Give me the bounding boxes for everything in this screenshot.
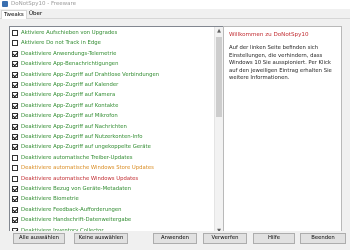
help-button[interactable]: Hilfe (253, 233, 295, 244)
apply-button[interactable]: Anwenden (153, 233, 197, 244)
tweak-checkbox[interactable] (12, 113, 18, 120)
tweak-checkbox[interactable] (12, 61, 18, 68)
tweak-item[interactable]: Deaktiviere automatische Windows Store U… (12, 164, 214, 172)
tweak-checkbox[interactable] (12, 71, 18, 78)
tweak-checkbox[interactable] (12, 175, 18, 182)
tweak-item[interactable]: Deaktiviere Biometrie (12, 195, 214, 203)
tweak-item[interactable]: Aktiviere Aufschieben von Upgrades (12, 29, 214, 37)
tweak-list[interactable]: Aktiviere Aufschieben von Upgrades Aktivi… (9, 26, 224, 236)
tweak-label: Deaktiviere Bezug von Geräte-Metadaten (21, 186, 132, 192)
tweak-checkbox[interactable] (12, 92, 18, 99)
tab-strip: Tweaks Über (0, 9, 350, 19)
button-bar: Alle auswählen Keine auswählen Anwenden … (0, 231, 350, 250)
tweaks-panel: Aktiviere Aufschieben von Upgrades Aktivi… (0, 19, 350, 236)
tweak-checkbox[interactable] (12, 165, 18, 172)
tweak-label: Deaktiviere Biometrie (21, 196, 79, 203)
tweak-checkbox[interactable] (12, 144, 18, 151)
select-all-button[interactable]: Alle auswählen (13, 233, 65, 244)
tweak-checkbox[interactable] (12, 134, 18, 140)
tweak-checkbox[interactable] (12, 186, 18, 192)
app-icon (2, 1, 8, 7)
tweak-item[interactable]: Deaktiviere App-Zugriff auf Kalender (12, 81, 214, 89)
info-title: Willkommen zu DoNotSpy10 (229, 32, 309, 38)
tweak-item[interactable]: Deaktiviere automatische Treiber-Updates (12, 154, 214, 162)
info-panel: Willkommen zu DoNotSpy10 Auf der linken … (223, 26, 342, 236)
select-none-button[interactable]: Keine auswählen (74, 233, 128, 244)
tweak-label: Deaktiviere Feedback-Aufforderungen (21, 206, 122, 213)
tweak-label: Deaktiviere App-Zugriff auf ungekoppelte… (21, 144, 151, 151)
tweak-item[interactable]: Deaktiviere Bezug von Geräte-Metadaten (12, 185, 214, 193)
tweak-item[interactable]: Deaktiviere App-Zugriff auf Nachrichten (12, 123, 214, 131)
tweak-item[interactable]: Deaktiviere App-Zugriff auf ungekoppelte… (12, 143, 214, 151)
tweak-label: Deaktiviere Handschrift-Datenweitergabe (21, 217, 132, 224)
tweak-label: Deaktiviere automatische Treiber-Updates (21, 154, 133, 161)
tweak-checkbox[interactable] (12, 50, 18, 57)
tweak-checkbox[interactable] (12, 206, 18, 213)
tweak-checkbox[interactable] (12, 82, 18, 88)
tweak-item[interactable]: Deaktiviere automatische Windows Updates (12, 175, 214, 183)
tweak-label: Aktiviere Do not Track in Edge (21, 40, 101, 47)
tweak-label: Deaktiviere automatische Windows Store U… (21, 165, 154, 172)
tweak-label: Deaktiviere App-Zugriff auf Nachrichten (21, 123, 127, 130)
tweak-label: Deaktiviere App-Zugriff auf Drahtlose Ve… (21, 71, 160, 78)
info-text: Auf der linken Seite befinden sich Einst… (229, 45, 332, 82)
tweak-label: Deaktiviere Anwendungs-Telemetrie (21, 50, 117, 57)
tweak-item[interactable]: Deaktiviere App-Zugriff auf Kontakte (12, 102, 214, 110)
title-bar: DoNotSpy10 - Freeware (0, 0, 350, 9)
tweak-item[interactable]: Deaktiviere Anwendungs-Telemetrie (12, 50, 214, 58)
tweak-item[interactable]: Deaktiviere App-Zugriff auf Mikrofon (12, 112, 214, 120)
tweak-label: Deaktiviere automatische Windows Updates (21, 175, 139, 182)
tweak-item[interactable]: Deaktiviere App-Zugriff auf Nutzerkonten… (12, 133, 214, 141)
tweak-item[interactable]: Aktiviere Do not Track in Edge (12, 39, 214, 47)
tab-tweaks[interactable]: Tweaks (1, 10, 27, 19)
tweak-checkbox[interactable] (12, 40, 18, 47)
tweak-label: Deaktiviere App-Zugriff auf Kontakte (21, 102, 119, 109)
tweak-label: Deaktiviere App-Benachrichtigungen (21, 61, 119, 68)
tweak-item[interactable]: Deaktiviere Handschrift-Datenweitergabe (12, 216, 214, 224)
tweak-item[interactable]: Deaktiviere Feedback-Aufforderungen (12, 206, 214, 214)
tweak-checkbox[interactable] (12, 102, 18, 109)
window-title: DoNotSpy10 - Freeware (11, 1, 77, 7)
tweak-checkbox[interactable] (12, 123, 18, 130)
tweak-label: Deaktiviere App-Zugriff auf Kalender (21, 82, 119, 88)
tweak-label: Aktiviere Aufschieben von Upgrades (21, 30, 118, 36)
tweak-label: Deaktiviere App-Zugriff auf Kamera (21, 92, 116, 99)
tweak-item[interactable]: Deaktiviere App-Benachrichtigungen (12, 60, 214, 68)
tab-about[interactable]: Über (27, 10, 44, 19)
arrow-up-icon[interactable]: ▲ (215, 27, 223, 35)
tweak-item[interactable]: Deaktiviere App-Zugriff auf Kamera (12, 91, 214, 99)
tweak-checkbox[interactable] (12, 196, 18, 203)
tweak-checkbox[interactable] (12, 217, 18, 224)
scroll-thumb[interactable] (216, 37, 222, 117)
tweak-label: Deaktiviere App-Zugriff auf Mikrofon (21, 113, 118, 120)
exit-button[interactable]: Beenden (300, 233, 346, 244)
tweak-checkbox[interactable] (12, 30, 18, 36)
tweak-label: Deaktiviere App-Zugriff auf Nutzerkonten… (21, 134, 143, 140)
tweak-item[interactable]: Deaktiviere App-Zugriff auf Drahtlose Ve… (12, 71, 214, 79)
vertical-scrollbar[interactable]: ▲ ▼ (214, 27, 223, 235)
discard-button[interactable]: Verwerfen (203, 233, 247, 244)
tweak-checkbox[interactable] (12, 154, 18, 161)
